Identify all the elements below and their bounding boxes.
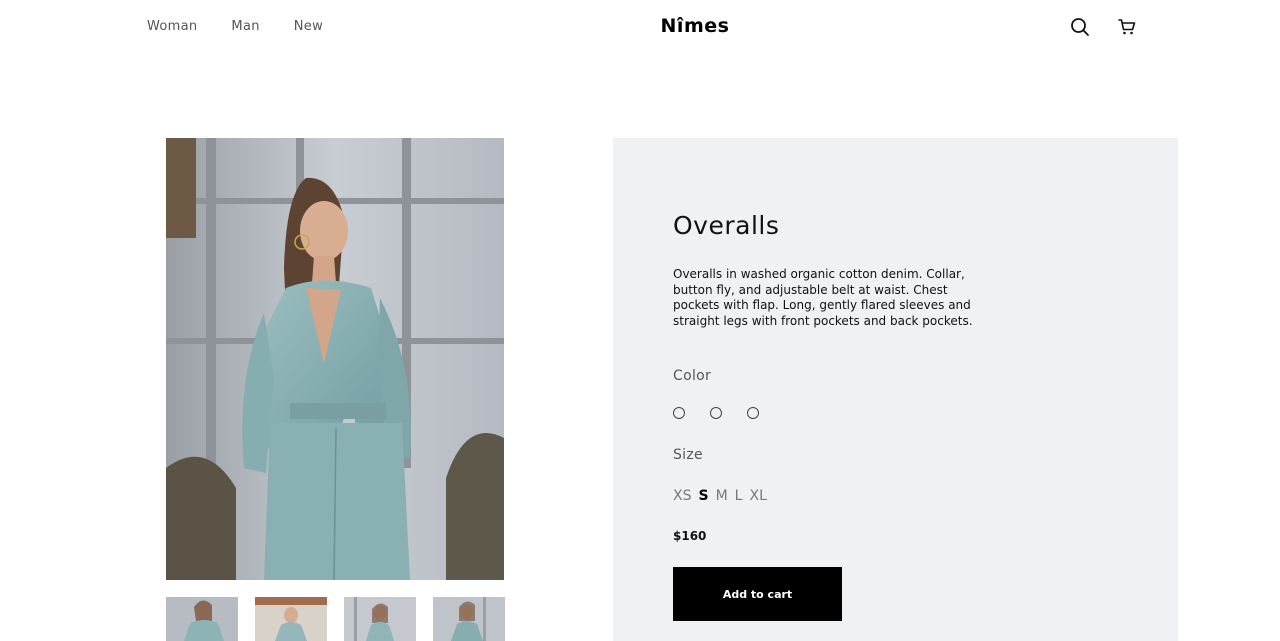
cart-icon [1118,19,1136,35]
color-option-2[interactable] [710,407,722,419]
color-label: Color [673,368,712,384]
thumbnail-strip [166,597,505,641]
product-photo [166,138,504,580]
search-button[interactable] [1069,15,1091,39]
search-icon [1071,18,1089,36]
size-option-xs[interactable]: XS [673,488,691,504]
product-title: Overalls [673,211,780,240]
thumbnail-4[interactable] [433,597,505,641]
thumbnail-2[interactable] [255,597,327,641]
size-option-s[interactable]: S [698,488,708,504]
size-options: XS S M L XL [673,488,767,504]
main-nav: Woman Man New [147,19,323,34]
size-label: Size [673,447,703,463]
cart-button[interactable] [1116,15,1138,39]
site-header: Woman Man New Nîmes [0,0,1280,56]
size-option-xl[interactable]: XL [749,488,766,504]
thumbnail-1[interactable] [166,597,238,641]
product-price: $160 [673,529,707,543]
add-to-cart-button[interactable]: Add to cart [673,567,842,621]
nav-new[interactable]: New [294,19,323,34]
product-details-panel: Overalls Overalls in washed organic cott… [613,138,1178,641]
thumbnail-3[interactable] [344,597,416,641]
size-option-l[interactable]: L [735,488,743,504]
color-options [673,407,759,419]
product-description: Overalls in washed organic cotton denim.… [673,267,973,328]
logo[interactable]: Nîmes [661,15,730,37]
color-option-1[interactable] [673,407,685,419]
size-option-m[interactable]: M [716,488,728,504]
color-option-3[interactable] [747,407,759,419]
nav-woman[interactable]: Woman [147,19,197,34]
nav-man[interactable]: Man [231,19,259,34]
product-main-image [166,138,504,580]
